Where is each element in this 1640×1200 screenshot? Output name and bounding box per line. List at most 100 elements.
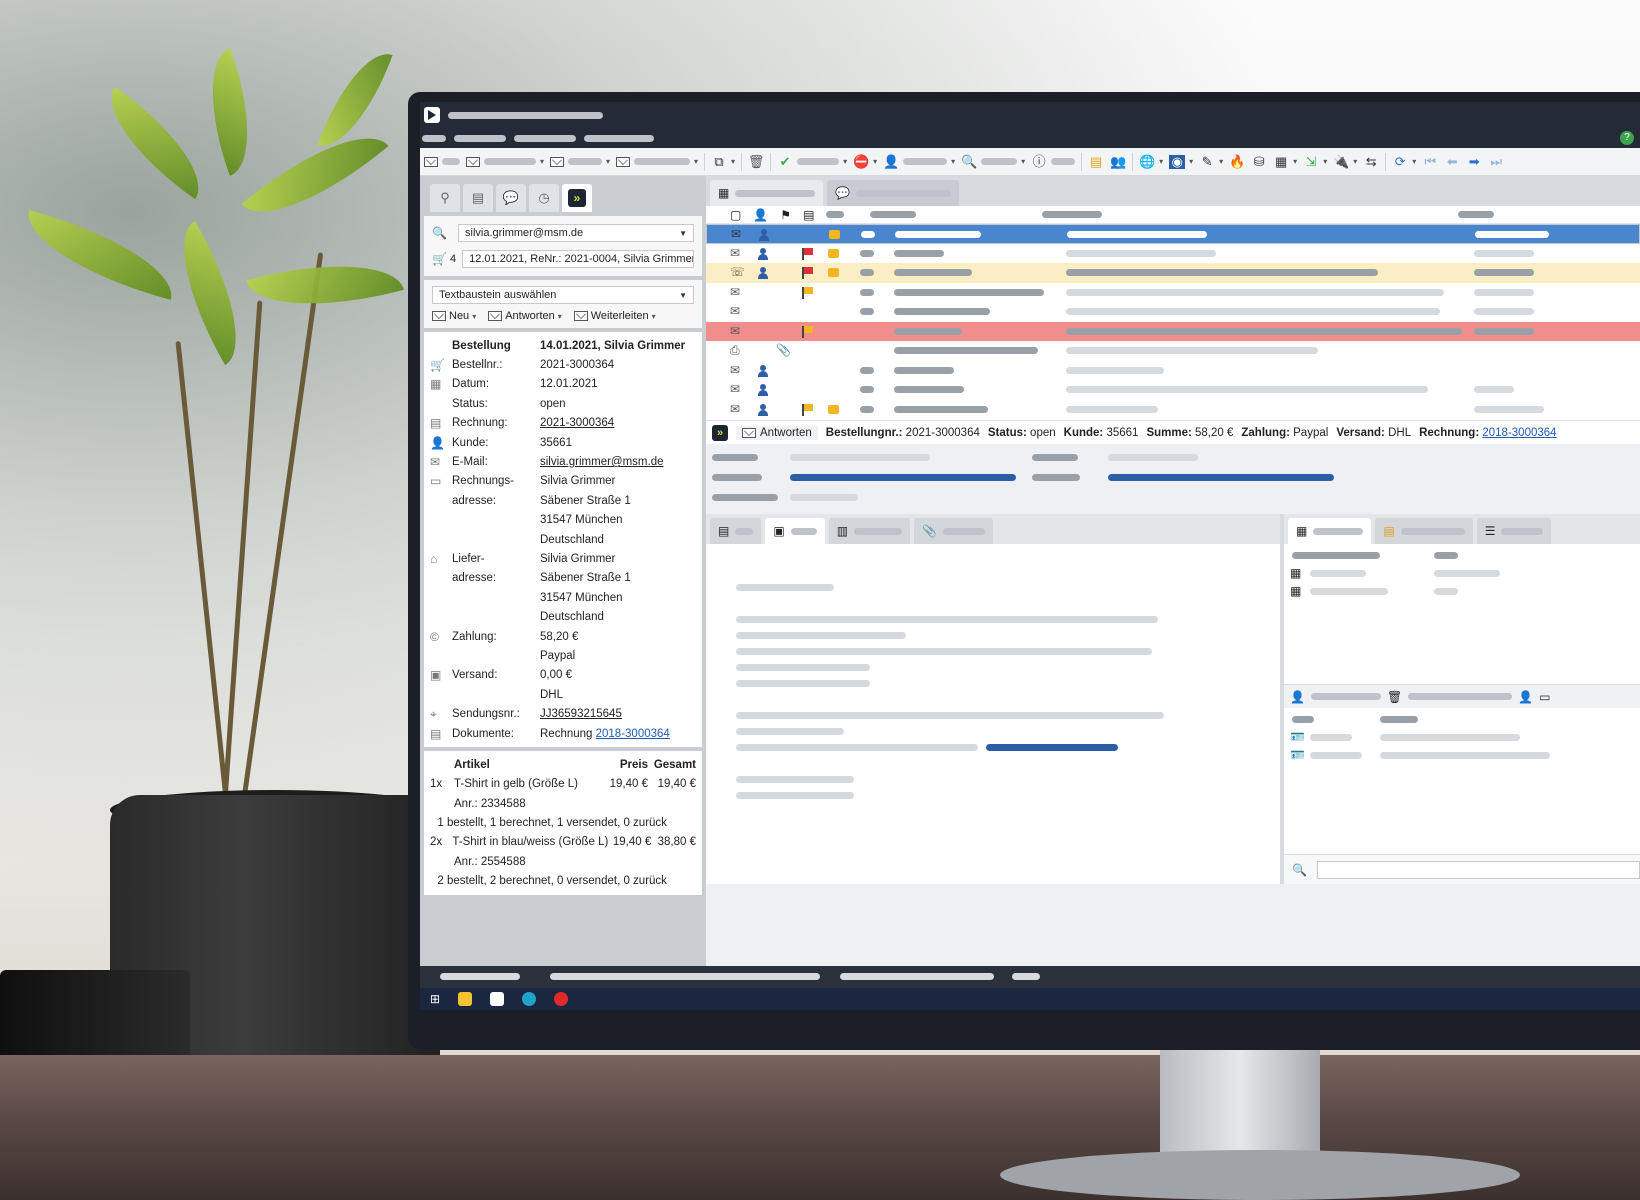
message-row[interactable]: ⎙ 📎 (706, 341, 1640, 361)
sender-link[interactable] (1108, 474, 1334, 481)
shop-tab[interactable]: » (562, 184, 592, 212)
tab-source[interactable]: ▥ (828, 518, 911, 544)
app-taskbar-icon[interactable] (490, 992, 505, 1006)
tab-tasks[interactable]: ☰ (1476, 518, 1552, 544)
add-contact-icon[interactable]: 👤 (1290, 690, 1305, 704)
side-search-input[interactable] (1316, 860, 1640, 879)
chat-icon: 💬 (835, 186, 851, 200)
trash-icon[interactable]: 🗑 (1387, 690, 1402, 704)
detail-value[interactable]: JJ36593215645 (540, 708, 696, 720)
message-row[interactable]: ✉ (706, 283, 1640, 303)
detail-value[interactable]: 2021-3000364 (540, 417, 696, 429)
hot-button[interactable]: 🔥 (1229, 154, 1245, 169)
answer-button[interactable]: Antworten ▾ (488, 310, 562, 322)
tab-overview[interactable]: ▦ (1288, 518, 1372, 544)
plugin-button[interactable]: 🔌 ▾ (1333, 154, 1357, 169)
assign-button[interactable]: 👤 ▾ (883, 154, 955, 169)
block-button[interactable]: ⛔ ▾ (853, 154, 877, 169)
export-button[interactable]: ⇲ ▾ (1303, 154, 1327, 169)
edit-button[interactable]: ✎ ▾ (1199, 154, 1223, 169)
contact-red-icon[interactable]: 👤 (1518, 690, 1533, 704)
share-button[interactable]: ⇆ (1363, 153, 1379, 169)
tab-conversations[interactable]: 💬 (827, 180, 960, 206)
nav-last-button[interactable]: ⏭ (1488, 154, 1504, 169)
envelope-icon: ✉ (730, 323, 741, 338)
message-row[interactable]: ✉ (706, 400, 1640, 420)
share-icon: ⇆ (1365, 153, 1377, 169)
view-button[interactable]: ◉ ▾ (1169, 154, 1193, 169)
cart-icon: 🛒 (432, 252, 447, 266)
file-explorer-icon[interactable] (458, 992, 473, 1006)
columns-button[interactable]: ▦ ▾ (1273, 154, 1297, 169)
customer-search-select[interactable]: silvia.grimmer@msm.de ▼ (458, 224, 694, 242)
order-detail-row: ▤ Dokumente: Rechnung 2018-3000364 (430, 724, 696, 743)
message-cell (860, 405, 874, 413)
help-icon[interactable]: ? (1620, 131, 1634, 145)
detail-value[interactable]: silvia.grimmer@msm.de (540, 456, 696, 468)
done-button[interactable]: ✔ ▾ (777, 154, 847, 169)
article-total: 38,80 € (657, 836, 696, 849)
reply-all-button[interactable]: ▾ (550, 156, 610, 167)
new-mail-button[interactable] (424, 156, 460, 167)
card-icon[interactable]: ▭ (1539, 690, 1550, 704)
tab-text[interactable]: ▤ (710, 518, 762, 544)
menu-item[interactable] (454, 134, 506, 142)
message-row[interactable]: ✉ (706, 224, 1640, 244)
search-filter-button[interactable]: 🔍 ▾ (961, 154, 1025, 169)
reply-button[interactable]: ▾ (466, 156, 544, 167)
message-row[interactable]: ✉ (706, 244, 1640, 264)
opera-browser-icon[interactable] (554, 992, 569, 1006)
order-select[interactable]: 12.01.2021, ReNr.: 2021-0004, Silvia Gri… (462, 250, 694, 268)
document-link[interactable]: 2018-3000364 (596, 728, 670, 740)
archive-button[interactable]: ⛁ (1251, 154, 1267, 169)
forward-action-button[interactable]: Weiterleiten ▾ (573, 310, 656, 322)
priority-button[interactable]: ⓘ (1031, 154, 1076, 169)
add-contact-button[interactable]: 👥 (1110, 154, 1126, 169)
contact-icon (759, 229, 769, 241)
nav-first-button[interactable]: ⏮ (1422, 154, 1438, 169)
recipient-link[interactable] (790, 474, 1016, 481)
message-row[interactable]: ✉ (706, 361, 1640, 381)
chevron-right-icon[interactable]: » (712, 424, 728, 441)
tab-messages[interactable]: ▦ (710, 180, 824, 206)
tracking-icon: ⌖ (430, 706, 437, 721)
chat-tab[interactable]: 💬 (496, 184, 526, 212)
move-button[interactable]: ⧉ ▾ (711, 154, 735, 169)
nav-next-button[interactable]: ➡ (1466, 154, 1482, 169)
list-icon: ☰ (1484, 524, 1496, 538)
menu-item[interactable] (514, 134, 576, 142)
body-link[interactable] (986, 744, 1118, 751)
forward-button[interactable]: ▾ (616, 156, 698, 167)
detail-label: Sendungsnr.: (452, 708, 520, 721)
reply-all-icon (550, 156, 565, 167)
new-button[interactable]: Neu ▾ (432, 310, 476, 322)
detail-value: 0,00 € (540, 669, 572, 682)
detail-value: Säbener Straße 1 (540, 494, 631, 507)
nav-prev-button[interactable]: ⬅ (1444, 154, 1460, 169)
invoice-link[interactable]: 2018-3000364 (1482, 427, 1556, 439)
order-detail-row: Status: open (430, 394, 696, 413)
order-detail-row: ▭ Rechnungs- Silvia Grimmer (430, 472, 696, 491)
summary-reply-button[interactable]: Antworten (736, 425, 818, 440)
message-row[interactable]: ✉ (706, 380, 1640, 400)
message-cell (1066, 288, 1444, 296)
tab-attachments[interactable]: 📎 (914, 518, 993, 544)
message-row[interactable]: ✉ (706, 302, 1640, 322)
windows-start-icon[interactable]: ⊞ (430, 992, 440, 1006)
textbaustein-select[interactable]: Textbaustein auswählen ▼ (432, 286, 694, 304)
menu-item[interactable] (584, 134, 654, 142)
web-button[interactable]: 🌐 ▾ (1139, 154, 1163, 169)
tab-html[interactable]: ▣ (765, 518, 825, 544)
delete-button[interactable]: 🗑 (748, 154, 765, 169)
message-row[interactable]: ☏ (706, 263, 1640, 283)
tab-notes[interactable]: ▤ (1375, 518, 1473, 544)
filter-tab[interactable]: ⚲ (430, 184, 460, 212)
note-button[interactable]: ▤ (1088, 154, 1104, 169)
menu-item[interactable] (422, 134, 446, 142)
edge-browser-icon[interactable] (522, 992, 537, 1006)
refresh-button[interactable]: ⟳ ▾ (1392, 154, 1416, 169)
grid-icon: ▦ (1290, 566, 1302, 580)
message-row[interactable]: ✉ (706, 321, 1640, 341)
notes-tab[interactable]: ▤ (463, 184, 493, 212)
clock-tab[interactable]: ◷ (529, 184, 559, 212)
